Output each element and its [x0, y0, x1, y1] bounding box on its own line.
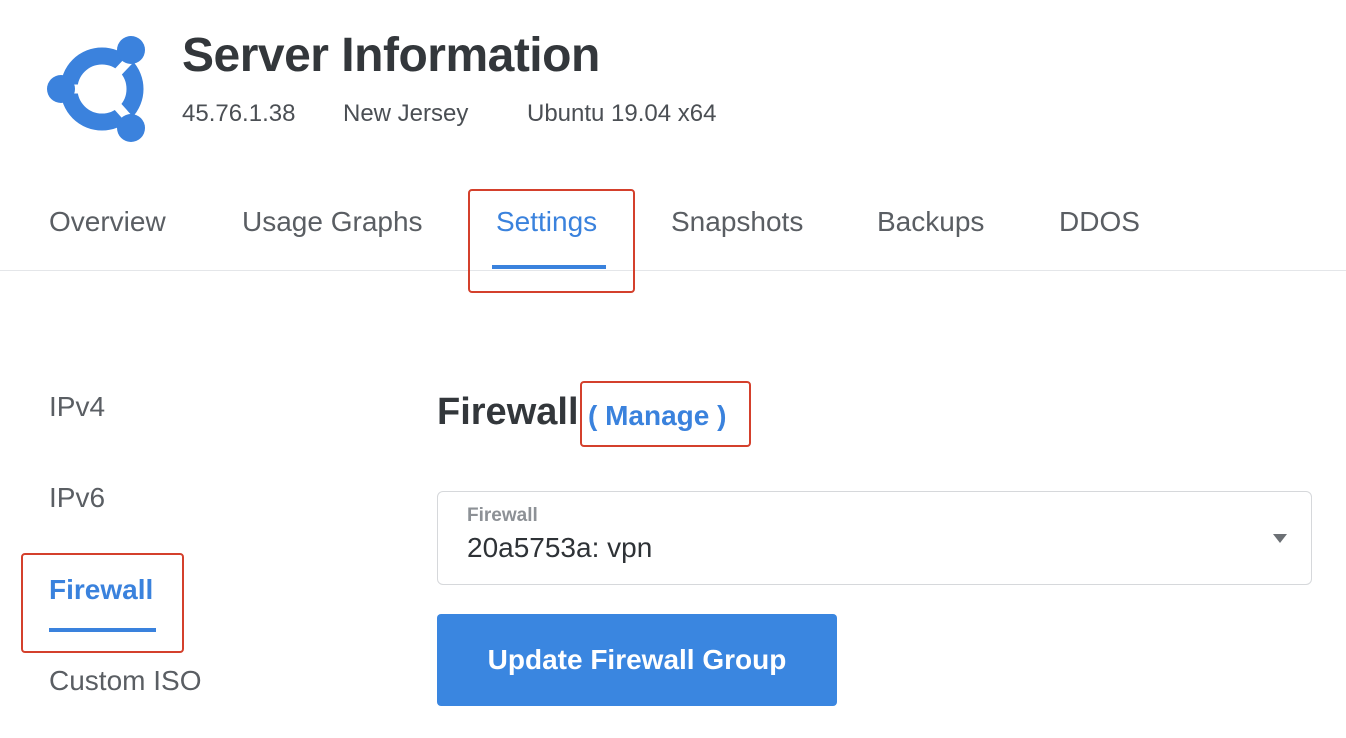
firewall-item-highlight: [21, 553, 184, 653]
sidebar-item-ipv4[interactable]: IPv4: [49, 391, 105, 423]
server-ip: 45.76.1.38: [182, 100, 296, 127]
page-title: Server Information: [182, 29, 600, 82]
sidebar-item-ipv6[interactable]: IPv6: [49, 482, 105, 514]
caret-down-icon: [1273, 534, 1287, 543]
tab-overview[interactable]: Overview: [49, 206, 166, 238]
tab-backups[interactable]: Backups: [877, 206, 984, 238]
ubuntu-logo-icon: [47, 36, 145, 142]
tab-ddos[interactable]: DDOS: [1059, 206, 1140, 238]
tabs-divider: [0, 270, 1346, 271]
tab-snapshots[interactable]: Snapshots: [671, 206, 803, 238]
settings-tab-highlight: [468, 189, 635, 293]
server-os: Ubuntu 19.04 x64: [527, 100, 717, 127]
firewall-select-value: 20a5753a: vpn: [467, 532, 653, 563]
section-title: Firewall: [437, 391, 579, 433]
firewall-select-label: Firewall: [467, 505, 538, 526]
update-firewall-group-button[interactable]: Update Firewall Group: [437, 614, 837, 706]
manage-link-highlight: [580, 381, 751, 447]
tab-usage-graphs[interactable]: Usage Graphs: [242, 206, 423, 238]
sidebar-item-custom-iso[interactable]: Custom ISO: [49, 665, 201, 697]
server-location: New Jersey: [343, 100, 469, 127]
